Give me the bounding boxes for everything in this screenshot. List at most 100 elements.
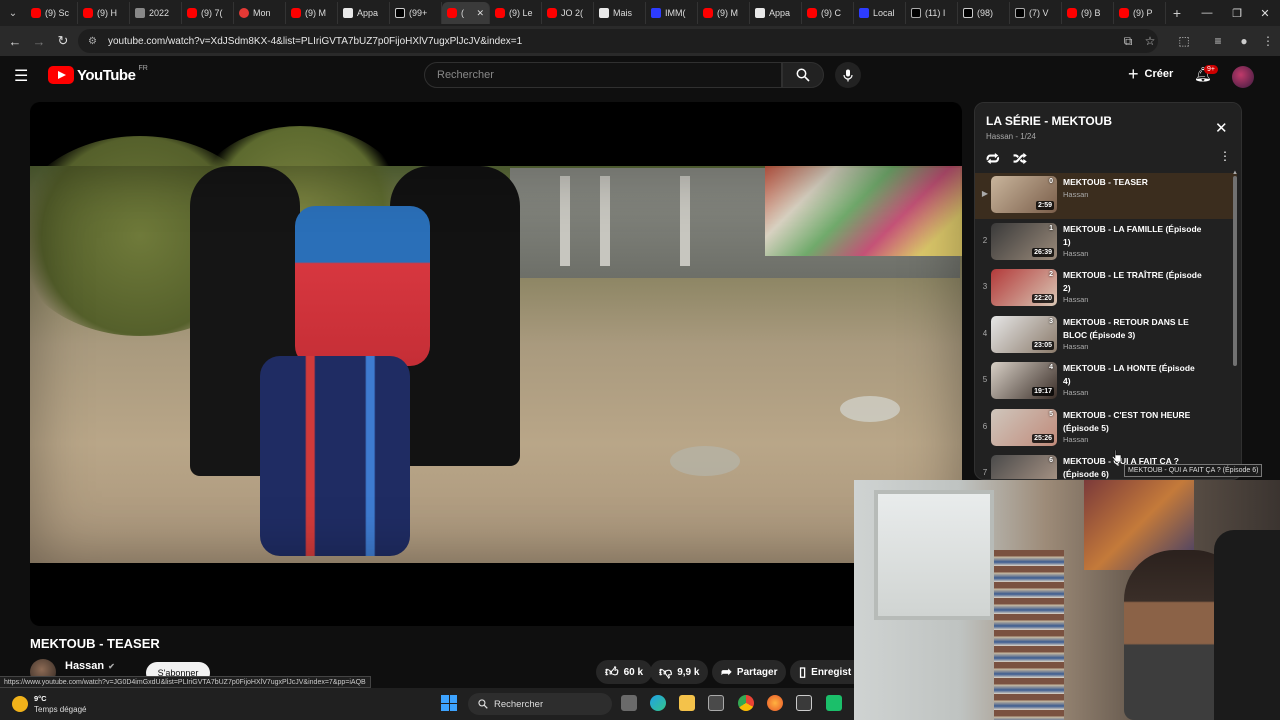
chrome-icon[interactable] <box>738 695 754 711</box>
tab-search-dropdown[interactable]: ⌄ <box>0 0 26 26</box>
playlist-item[interactable]: 6 5 25:26 MEKTOUB - C'EST TON HEURE (Épisod… <box>975 406 1237 452</box>
store-icon[interactable] <box>708 695 724 711</box>
firefox-icon[interactable] <box>767 695 783 711</box>
reload-button[interactable]: ↻ <box>51 29 75 53</box>
playlist-item-title[interactable]: MEKTOUB - LE TRAÎTRE (Épisode 2) <box>1063 269 1203 295</box>
browser-tab[interactable]: (11) I <box>906 2 958 24</box>
video-thumbnail[interactable]: 5 25:26 <box>991 408 1057 446</box>
edge-icon[interactable] <box>650 695 666 711</box>
channel-name[interactable]: Hassan ✔ <box>65 660 115 672</box>
browser-tab[interactable]: (9) H <box>78 2 130 24</box>
video-thumbnail[interactable]: 2 22:20 <box>991 269 1057 306</box>
verified-icon: ✔ <box>108 661 115 671</box>
video-player[interactable] <box>30 102 962 626</box>
search-button[interactable] <box>782 62 824 88</box>
file-explorer-icon[interactable] <box>679 695 695 711</box>
playlist-scrollbar[interactable] <box>1233 176 1237 366</box>
back-button[interactable]: ← <box>3 29 27 53</box>
address-bar[interactable]: ⚙ youtube.com/watch?v=XdJSdm8KX-4&list=P… <box>78 29 1158 53</box>
voice-search-button[interactable] <box>835 62 861 88</box>
browser-tab[interactable]: JO 2( <box>542 2 594 24</box>
playlist-item[interactable]: 4 3 23:05 MEKTOUB - RETOUR DANS LE BLOC (Ép… <box>975 313 1237 359</box>
tooltip: MEKTOUB - QUI A FAIT ÇA ? (Épisode 6) <box>1124 464 1263 477</box>
browser-tab[interactable]: (98) <box>958 2 1010 24</box>
video-thumbnail[interactable]: 0 2:59 <box>991 176 1057 213</box>
reading-list-icon[interactable]: ≡ <box>1208 31 1228 51</box>
playlist-item[interactable]: 3 2 22:20 MEKTOUB - LE TRAÎTRE (Épisode 2) H… <box>975 266 1237 312</box>
playlist-item-title[interactable]: MEKTOUB - TEASER <box>1063 176 1203 189</box>
youtube-icon <box>547 8 557 18</box>
create-button[interactable]: + Créer <box>1128 65 1173 83</box>
browser-tab[interactable]: (9) P <box>1114 2 1166 24</box>
app-icon[interactable] <box>826 695 842 711</box>
tab-label: (9) Sc <box>45 8 70 18</box>
close-icon[interactable]: ✕ <box>1215 119 1228 137</box>
maximize-button[interactable]: ❐ <box>1222 0 1252 26</box>
playlist-item[interactable]: ▶ 0 2:59 MEKTOUB - TEASER Hassan <box>975 173 1237 219</box>
browser-tab[interactable]: (9) Le <box>490 2 542 24</box>
more-options-icon[interactable]: ⋮ <box>1219 149 1231 163</box>
profile-icon[interactable]: ● <box>1234 31 1254 51</box>
thumbnail-number: 0 <box>1049 178 1053 185</box>
weather-moon-icon[interactable] <box>12 696 28 712</box>
close-window-button[interactable]: ✕ <box>1250 0 1280 26</box>
forward-button[interactable]: → <box>27 29 51 53</box>
browser-tab[interactable]: (9) B <box>1062 2 1114 24</box>
video-thumbnail[interactable]: 4 19:17 <box>991 362 1057 399</box>
video-thumbnail[interactable]: 1 26:39 <box>991 222 1057 260</box>
video-duration: 2:59 <box>1035 201 1054 210</box>
playlist-item-title[interactable]: MEKTOUB - RETOUR DANS LE BLOC (Épisode 3… <box>1063 316 1203 342</box>
hamburger-menu-icon[interactable]: ☰ <box>14 66 34 86</box>
browser-menu-icon[interactable]: ⋮ <box>1258 31 1278 51</box>
browser-tab[interactable]: (99+ <box>390 2 442 24</box>
browser-tab[interactable]: IMM( <box>646 2 698 24</box>
playlist-item-title[interactable]: MEKTOUB - LA FAMILLE (Épisode 1) <box>1063 223 1203 249</box>
taskbar-search[interactable]: Rechercher <box>468 693 612 715</box>
browser-tab[interactable]: Mon <box>234 2 286 24</box>
youtube-logo[interactable]: YouTube FR <box>48 65 148 84</box>
browser-tab[interactable]: Appa <box>750 2 802 24</box>
bookmark-star-icon[interactable]: ☆ <box>1140 31 1160 51</box>
playlist-item-title[interactable]: MEKTOUB - C'EST TON HEURE (Épisode 5) <box>1063 409 1203 435</box>
dislike-button[interactable]: 👎︎ 9,9 k <box>650 660 709 684</box>
status-bar-url: https://www.youtube.com/watch?v=JG0D4imG… <box>0 676 371 688</box>
like-button[interactable]: 👍︎ 60 k <box>596 660 653 684</box>
browser-tab[interactable]: (9) Sc <box>26 2 78 24</box>
minimize-button[interactable]: — <box>1192 0 1222 26</box>
browser-tab[interactable]: (9) C <box>802 2 854 24</box>
task-view-icon[interactable] <box>621 695 637 711</box>
browser-tab[interactable]: (7) V <box>1010 2 1062 24</box>
extensions-icon[interactable]: ⬚ <box>1174 31 1194 51</box>
windows-start-icon[interactable] <box>441 695 457 711</box>
site-info-icon[interactable]: ⚙ <box>88 36 100 47</box>
playlist-item-title[interactable]: MEKTOUB - LA HONTE (Épisode 4) <box>1063 362 1203 388</box>
browser-tab[interactable]: Mais <box>594 2 646 24</box>
playlist-item[interactable]: 5 4 19:17 MEKTOUB - LA HONTE (Épisode 4) Has… <box>975 359 1237 405</box>
close-tab-icon[interactable]: ✕ <box>476 8 484 19</box>
youtube-icon <box>291 8 301 18</box>
tiktok-icon <box>395 8 405 18</box>
browser-tab[interactable]: Appa <box>338 2 390 24</box>
loop-icon[interactable]: 🔁︎ <box>986 148 1000 169</box>
save-button[interactable]: ▯ Enregist <box>790 660 854 684</box>
playlist-title[interactable]: LA SÉRIE - MEKTOUB <box>986 114 1112 128</box>
video-thumbnail[interactable]: 3 23:05 <box>991 315 1057 353</box>
browser-tab[interactable]: Local <box>854 2 906 24</box>
thumbs-down-icon: 👎︎ <box>659 664 673 679</box>
app-icon[interactable] <box>796 695 812 711</box>
account-avatar[interactable] <box>1232 66 1254 88</box>
share-button[interactable]: ➦ Partager <box>712 660 787 684</box>
new-tab-button[interactable]: + <box>1166 5 1188 21</box>
browser-tab[interactable]: 2022 <box>130 2 182 24</box>
video-title: MEKTOUB - TEASER <box>30 636 160 651</box>
search-input[interactable]: Rechercher <box>424 62 782 88</box>
cast-icon[interactable]: ⧉ <box>1118 31 1138 51</box>
shuffle-icon[interactable]: 🔀︎ <box>1013 148 1027 169</box>
tab-label: Mais <box>613 8 633 18</box>
browser-tab[interactable]: (9) M <box>286 2 338 24</box>
browser-tab[interactable]: (✕ <box>442 2 490 24</box>
playlist-item[interactable]: 2 1 26:39 MEKTOUB - LA FAMILLE (Épisode 1) H… <box>975 220 1237 266</box>
video-thumbnail[interactable]: 626:53 <box>991 455 1057 479</box>
browser-tab[interactable]: (9) M <box>698 2 750 24</box>
browser-tab[interactable]: (9) 7( <box>182 2 234 24</box>
